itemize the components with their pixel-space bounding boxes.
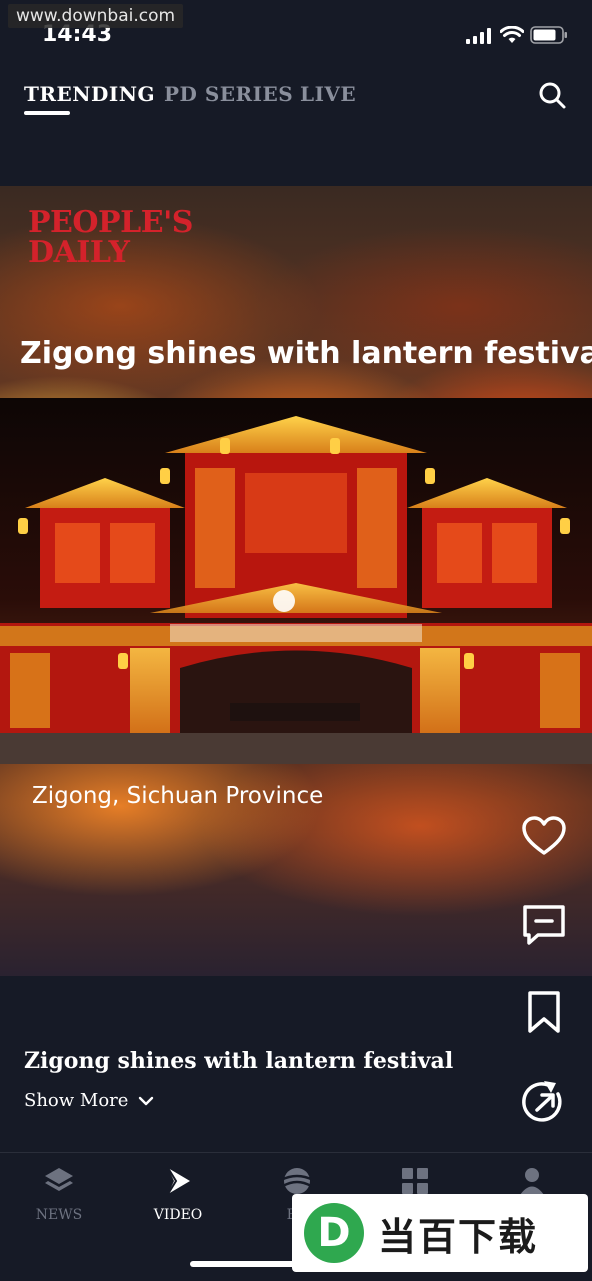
bookmark-icon[interactable] — [520, 988, 568, 1036]
user-icon — [520, 1168, 544, 1195]
heart-icon[interactable] — [520, 812, 568, 860]
tab-live[interactable]: LIVE — [300, 82, 356, 106]
tab-trending[interactable]: TRENDING — [24, 82, 155, 106]
grid-icon — [402, 1168, 428, 1194]
battery-icon — [530, 26, 567, 44]
nav-label-news: NEWS — [35, 1207, 83, 1223]
watermark-logo: D — [304, 1203, 364, 1263]
tab-pd-series[interactable]: PD SERIES — [164, 82, 293, 106]
corner-watermark: D 当百下载 — [292, 1194, 588, 1272]
show-more-label: Show More — [24, 1090, 129, 1111]
wifi-icon — [500, 26, 524, 43]
video-overlay-title: Zigong shines with lantern festival — [20, 336, 592, 371]
globe-icon — [280, 1168, 314, 1194]
cellular-signal-icon — [466, 28, 491, 44]
video-description-title: Zigong shines with lantern festival — [24, 1048, 454, 1074]
share-icon[interactable] — [520, 1078, 568, 1126]
layers-icon — [45, 1168, 73, 1191]
brand-logo-text: PEOPLE'S DAILY — [28, 205, 193, 270]
play-icon — [167, 1167, 190, 1195]
watermark-text: 当百下载 — [378, 1214, 539, 1259]
nav-label-video: VIDEO — [153, 1207, 203, 1223]
lantern-gate-image — [0, 398, 592, 764]
site-watermark: www.downbai.com — [8, 4, 184, 28]
location-caption: Zigong, Sichuan Province — [32, 783, 324, 809]
search-icon[interactable] — [537, 80, 567, 110]
comment-icon[interactable] — [520, 902, 568, 950]
brand-logo: PEOPLE'S DAILY — [28, 208, 193, 268]
video-frame[interactable] — [0, 398, 592, 764]
nav-item-video[interactable]: VIDEO — [128, 1166, 228, 1223]
nav-item-news[interactable]: NEWS — [9, 1166, 109, 1223]
chevron-down-icon — [138, 1096, 154, 1106]
show-more-button[interactable]: Show More — [24, 1090, 154, 1111]
active-tab-indicator — [24, 111, 70, 115]
